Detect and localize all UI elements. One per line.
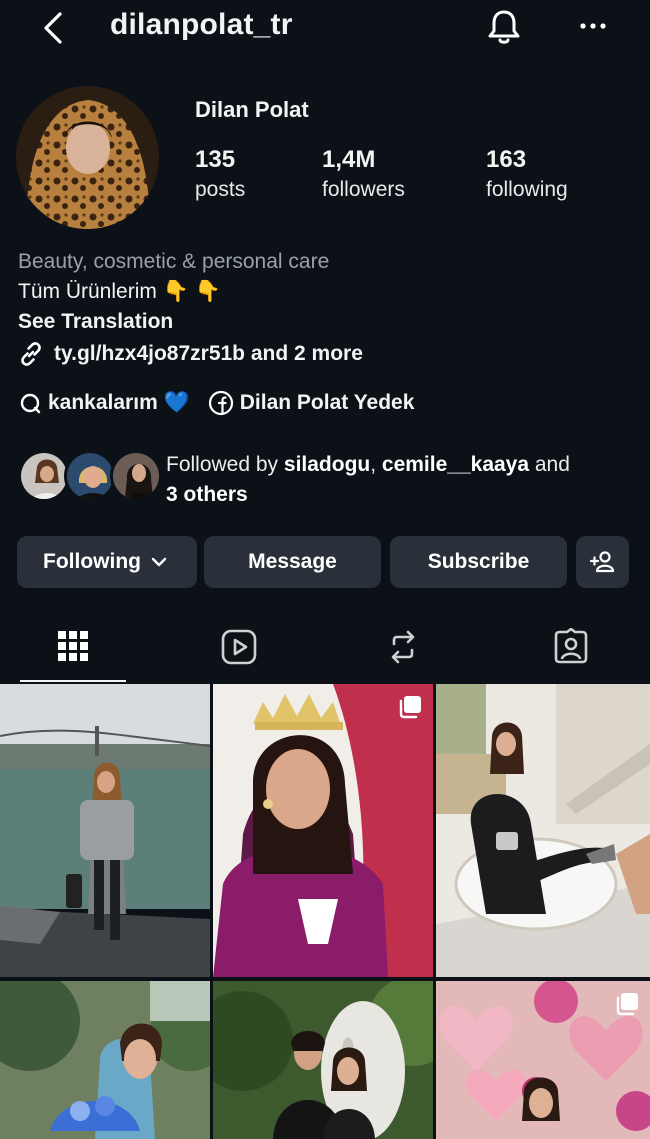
tab-tagged[interactable] xyxy=(518,612,624,682)
mutual-followers[interactable]: Followed by siladogu, cemile__kaaya and 3… xyxy=(18,450,648,510)
post-thumbnail[interactable] xyxy=(436,981,650,1139)
followed-by-and: and xyxy=(529,453,570,476)
top-bar: dilanpolat_tr xyxy=(0,0,650,56)
post-thumbnail[interactable] xyxy=(436,684,650,977)
repost-icon xyxy=(391,630,415,664)
followed-by-prefix: Followed by xyxy=(166,453,284,476)
threads-link[interactable]: kankalarım 💙 xyxy=(18,391,190,415)
more-options-icon[interactable] xyxy=(573,8,613,44)
mutual-others[interactable]: 3 others xyxy=(166,483,248,506)
message-button-label: Message xyxy=(248,550,337,573)
subscribe-button-label: Subscribe xyxy=(427,550,530,573)
followers-count-value: 1,4M xyxy=(322,146,376,173)
add-user-icon xyxy=(589,551,614,573)
mutual-avatar xyxy=(110,450,162,502)
profile-avatar[interactable] xyxy=(16,86,159,229)
following-count-value: 163 xyxy=(486,146,527,173)
profile-tabs xyxy=(0,612,650,682)
bio-link-text: ty.gl/hzx4jo87zr51b and 2 more xyxy=(54,342,363,365)
bio-link[interactable]: ty.gl/hzx4jo87zr51b and 2 more xyxy=(18,340,363,368)
notification-bell-icon[interactable] xyxy=(484,6,524,48)
posts-count-label: posts xyxy=(195,178,246,201)
tab-reels[interactable] xyxy=(186,612,292,682)
chevron-down-icon xyxy=(151,557,167,567)
threads-icon xyxy=(20,393,41,414)
posts-count-value: 135 xyxy=(195,146,236,173)
profile-social-links: kankalarım 💙 Dilan Polat Yedek xyxy=(18,390,432,416)
subscribe-button[interactable]: Subscribe xyxy=(390,536,567,588)
facebook-icon xyxy=(208,390,233,416)
post-thumbnail[interactable] xyxy=(213,981,433,1139)
profile-username: dilanpolat_tr xyxy=(110,8,293,41)
profile-category: Beauty, cosmetic & personal care xyxy=(18,250,330,273)
facebook-link[interactable]: Dilan Polat Yedek xyxy=(208,390,415,416)
post-thumbnail[interactable] xyxy=(0,684,210,977)
mutual-username[interactable]: siladogu xyxy=(284,453,370,476)
post-thumbnail[interactable] xyxy=(0,981,210,1139)
following-count-label: following xyxy=(486,178,568,201)
bio-text: Tüm Ürünlerim 👇 👇 xyxy=(18,280,221,303)
tab-posts-grid[interactable] xyxy=(20,612,126,682)
following-count[interactable]: 163 following xyxy=(486,145,568,205)
followed-by-separator: , xyxy=(370,453,382,476)
link-icon xyxy=(21,342,41,366)
post-thumbnail[interactable] xyxy=(213,684,433,977)
followed-by-text: Followed by siladogu, cemile__kaaya and 3… xyxy=(166,450,636,510)
posts-grid xyxy=(0,684,650,1139)
posts-count[interactable]: 135 posts xyxy=(195,145,245,205)
threads-label: kankalarım 💙 xyxy=(48,391,190,414)
following-button-label: Following xyxy=(43,550,141,573)
see-translation-link[interactable]: See Translation xyxy=(18,308,173,336)
mutual-avatar xyxy=(64,450,116,502)
back-arrow-icon[interactable] xyxy=(36,8,72,48)
grid-icon xyxy=(58,631,88,661)
suggested-users-button[interactable] xyxy=(576,536,629,588)
carousel-icon xyxy=(399,696,421,719)
message-button[interactable]: Message xyxy=(204,536,381,588)
followers-count[interactable]: 1,4M followers xyxy=(322,145,405,205)
facebook-label: Dilan Polat Yedek xyxy=(239,391,415,414)
mutual-username[interactable]: cemile__kaaya xyxy=(382,453,529,476)
profile-display-name: Dilan Polat xyxy=(195,97,309,122)
tagged-user-icon xyxy=(554,628,588,664)
mutual-avatar xyxy=(18,450,70,502)
carousel-icon xyxy=(616,993,638,1016)
following-button[interactable]: Following xyxy=(17,536,197,588)
followers-count-label: followers xyxy=(322,178,405,201)
reels-icon xyxy=(221,629,257,665)
tab-reposts[interactable] xyxy=(350,612,456,682)
